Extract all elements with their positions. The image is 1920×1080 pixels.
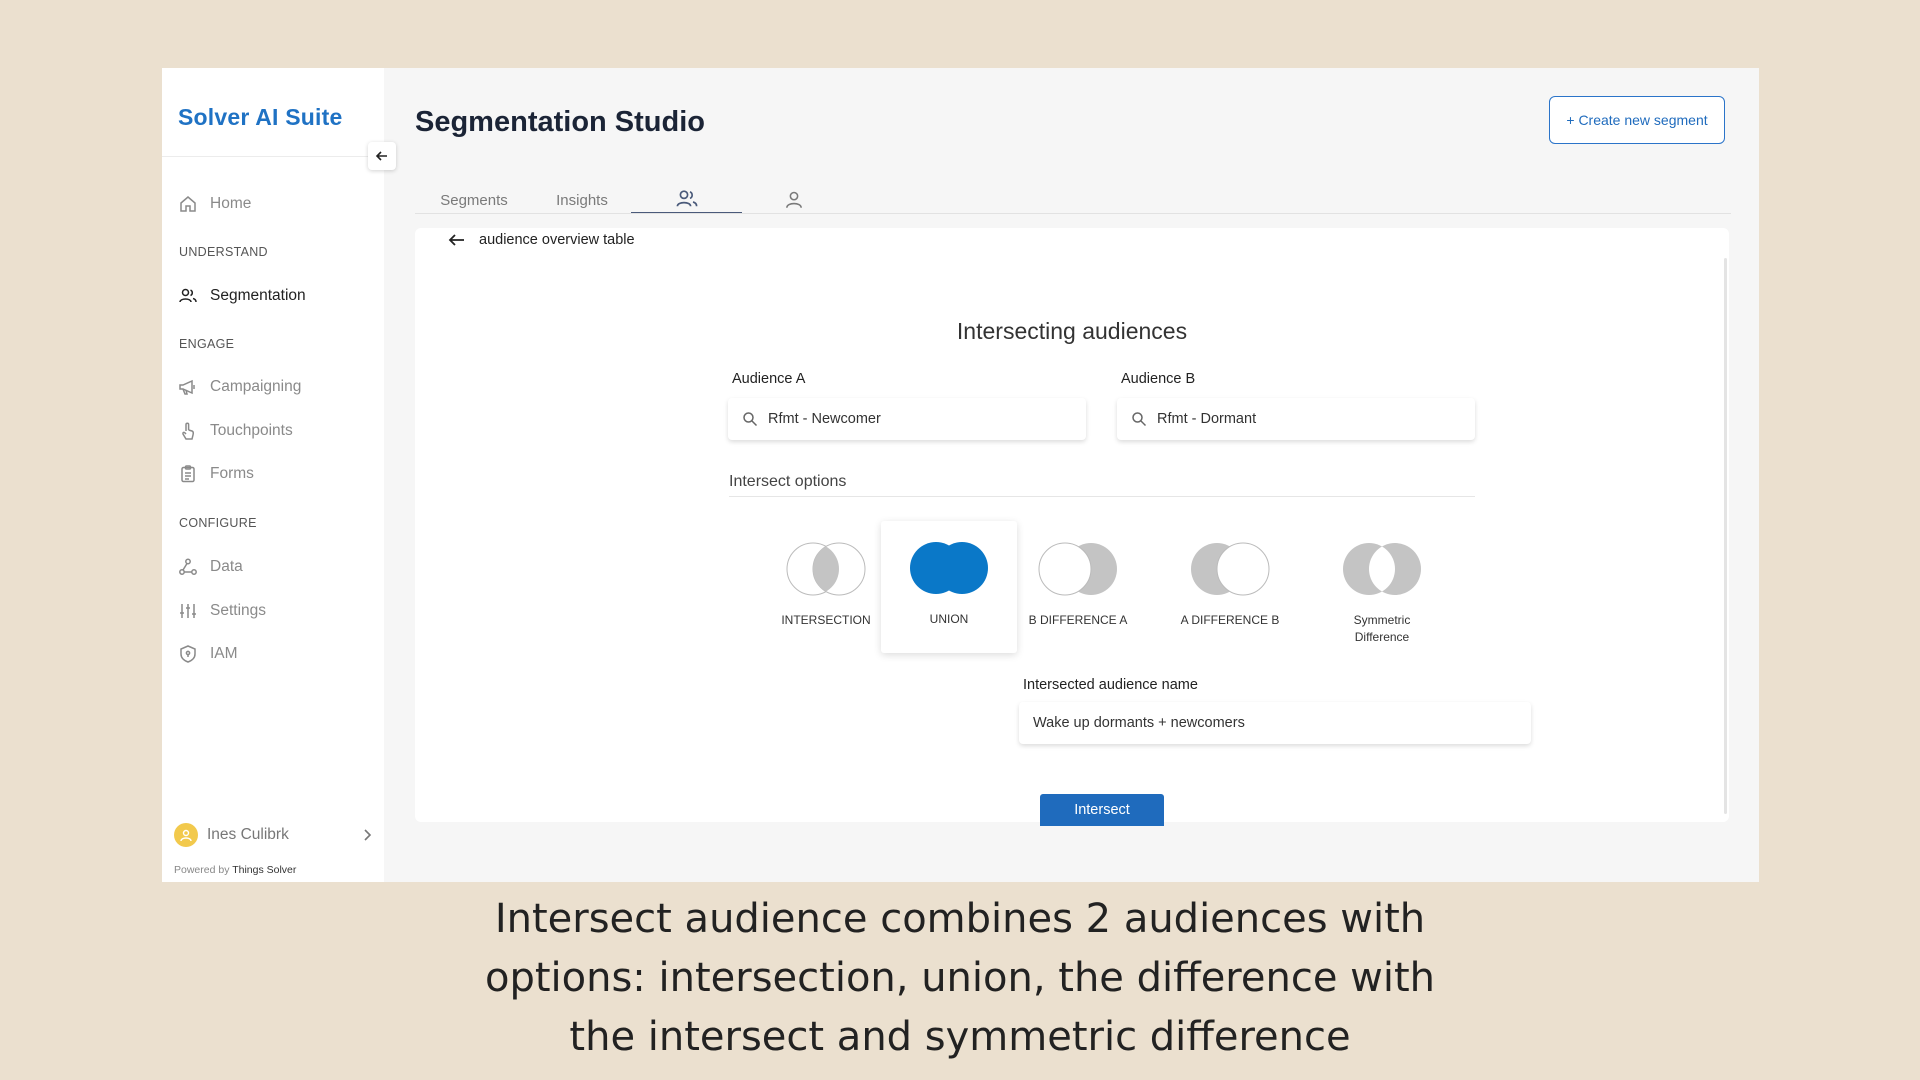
user-icon	[786, 191, 802, 208]
chevron-right-icon[interactable]	[360, 828, 374, 842]
tabs-divider	[415, 213, 1731, 214]
sidebar-item-label: Settings	[210, 602, 267, 619]
option-intersection[interactable]: INTERSECTION	[758, 522, 894, 654]
section-label-configure: CONFIGURE	[179, 516, 257, 530]
users-icon	[179, 288, 197, 303]
shield-icon	[180, 645, 196, 663]
page-title: Segmentation Studio	[415, 106, 705, 138]
caption-line-3: the intersect and symmetric difference	[569, 1014, 1351, 1060]
back-to-overview-link[interactable]: audience overview table	[447, 228, 635, 252]
back-label: audience overview table	[479, 232, 635, 248]
sidebar-item-label: Segmentation	[210, 287, 306, 304]
clipboard-icon	[181, 465, 195, 483]
sidebar-item-campaigning[interactable]: Campaigning	[178, 374, 301, 400]
arrow-left-icon	[375, 151, 387, 161]
app-window: Solver AI Suite Home UNDERSTAND Segmenta…	[162, 68, 1759, 882]
collapse-sidebar-button[interactable]	[368, 142, 396, 170]
user-name: Ines Culibrk	[207, 826, 289, 843]
sidebar-item-home[interactable]: Home	[178, 191, 251, 217]
section-label-understand: UNDERSTAND	[179, 245, 268, 259]
section-title: Intersecting audiences	[956, 318, 1188, 344]
option-label-line-2: Difference	[1354, 630, 1410, 644]
sidebar-item-forms[interactable]: Forms	[178, 461, 254, 487]
audience-b-label: Audience B	[1121, 371, 1196, 387]
sidebar-item-label: Forms	[210, 465, 254, 482]
tab-audiences[interactable]	[631, 186, 742, 214]
venn-intersection-icon	[786, 542, 866, 596]
powered-by: Powered by Things Solver	[174, 864, 296, 876]
audience-a-select[interactable]: Rfmt - Newcomer	[728, 398, 1086, 440]
audience-a-value: Rfmt - Newcomer	[768, 411, 881, 427]
option-label: INTERSECTION	[781, 613, 871, 627]
section-label-engage: ENGAGE	[179, 337, 235, 351]
tab-insights[interactable]: Insights	[540, 186, 624, 214]
venn-a-difference-b-icon	[1191, 542, 1270, 596]
option-label-line-1: Symmetric	[1353, 613, 1411, 627]
content-card: audience overview table Intersecting aud…	[415, 228, 1729, 826]
option-symmetric-difference[interactable]: Symmetric Difference	[1314, 522, 1450, 654]
options-divider	[729, 496, 1475, 497]
arrow-left-icon	[448, 234, 464, 246]
touch-icon	[182, 422, 195, 440]
sidebar-item-settings[interactable]: Settings	[178, 598, 266, 624]
option-label: A DIFFERENCE B	[1180, 613, 1280, 627]
sliders-icon	[180, 604, 196, 618]
tab-segments[interactable]: Segments	[432, 186, 516, 214]
sidebar-item-data[interactable]: Data	[178, 554, 243, 580]
venn-union-icon	[910, 542, 988, 594]
sidebar-item-touchpoints[interactable]: Touchpoints	[178, 418, 293, 444]
search-icon	[1132, 412, 1147, 427]
powered-by-prefix: Powered by	[174, 864, 230, 876]
caption-line-1: Intersect audience combines 2 audiences …	[494, 896, 1426, 942]
sidebar-item-iam[interactable]: IAM	[178, 641, 238, 667]
tab-user[interactable]	[752, 186, 836, 214]
avatar	[174, 823, 198, 847]
option-a-difference-b[interactable]: A DIFFERENCE B	[1162, 522, 1298, 654]
user-profile[interactable]: Ines Culibrk	[174, 820, 374, 850]
powered-by-brand: Things Solver	[232, 864, 297, 876]
sidebar-item-segmentation[interactable]: Segmentation	[178, 283, 306, 309]
brand-logo: Solver AI Suite	[178, 104, 343, 130]
option-b-difference-a[interactable]: B DIFFERENCE A	[1010, 522, 1146, 654]
sidebar-item-label: Touchpoints	[210, 422, 293, 439]
sidebar-item-label: Data	[210, 558, 243, 575]
brand-divider	[162, 156, 384, 157]
intersect-button[interactable]: Intersect	[1040, 794, 1164, 826]
audience-a-label: Audience A	[732, 371, 806, 387]
venn-b-difference-a-icon	[1038, 542, 1117, 596]
caption-line-2: options: intersection, union, the differ…	[484, 955, 1436, 1001]
intersect-options-label: Intersect options	[729, 473, 847, 490]
option-label: Symmetric Difference	[1317, 612, 1447, 646]
audience-b-select[interactable]: Rfmt - Dormant	[1117, 398, 1475, 440]
option-union[interactable]: UNION	[881, 521, 1017, 653]
option-label: B DIFFERENCE A	[1028, 613, 1128, 627]
audience-name-label: Intersected audience name	[1023, 677, 1198, 693]
megaphone-icon	[179, 379, 195, 395]
option-label: UNION	[929, 612, 969, 626]
user-avatar-icon	[180, 829, 192, 842]
search-icon	[743, 412, 758, 427]
sidebar-item-label: Home	[210, 195, 252, 212]
audience-b-value: Rfmt - Dormant	[1157, 411, 1257, 427]
sidebar-item-label: Campaigning	[210, 378, 302, 395]
sidebar-item-label: IAM	[210, 645, 238, 662]
home-icon	[180, 196, 196, 212]
audience-name-input[interactable]: Wake up dormants + newcomers	[1019, 702, 1531, 744]
audience-name-value: Wake up dormants + newcomers	[1033, 715, 1245, 731]
data-nodes-icon	[179, 558, 197, 575]
sidebar: Solver AI Suite Home UNDERSTAND Segmenta…	[162, 68, 384, 882]
caption: Intersect audience combines 2 audiences …	[0, 890, 1920, 1067]
content-scrollbar[interactable]	[1724, 258, 1727, 814]
venn-symmetric-difference-icon	[1343, 543, 1421, 595]
users-icon	[676, 190, 697, 207]
create-segment-button[interactable]: + Create new segment	[1549, 96, 1725, 144]
